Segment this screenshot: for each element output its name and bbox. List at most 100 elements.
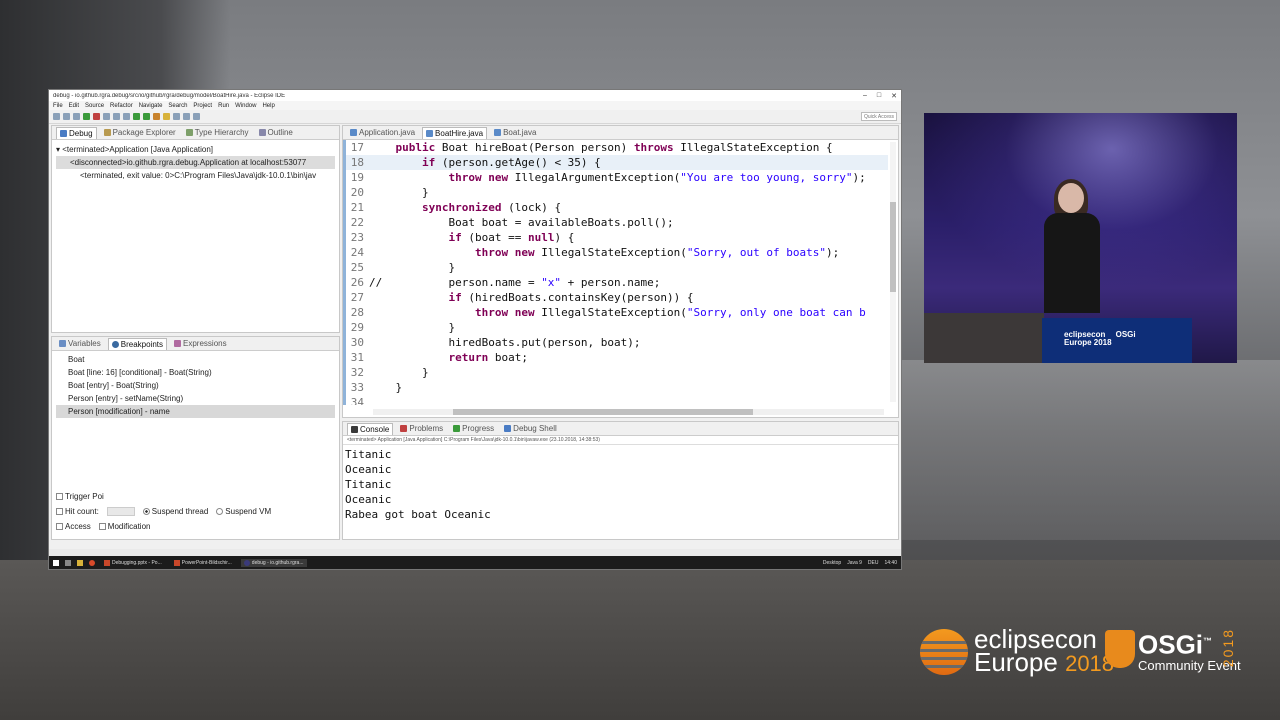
external-tools-icon[interactable] — [153, 113, 160, 120]
taskbar-item-eclipse[interactable]: debug - io.github.rgra... — [240, 558, 307, 567]
taskbar-item-slideshow[interactable]: PowerPoint-Bildschir... — [171, 559, 235, 567]
line-number: 19 — [343, 170, 367, 185]
print-icon[interactable] — [73, 113, 80, 120]
task-view-icon[interactable] — [65, 559, 71, 566]
code-line[interactable]: 30 hiredBoats.put(person, boat); — [343, 335, 888, 350]
tray-clock[interactable]: 14:40 — [884, 560, 897, 566]
modification-checkbox[interactable] — [98, 523, 106, 531]
step-return-icon[interactable] — [123, 113, 130, 120]
maximize-button[interactable]: □ — [877, 92, 881, 100]
tab-debug-shell[interactable]: Debug Shell — [501, 423, 560, 434]
editor-horizontal-scrollbar[interactable] — [373, 409, 884, 415]
code-line[interactable]: 29 } — [343, 320, 888, 335]
menu-source[interactable]: Source — [85, 103, 104, 109]
tab-boathire-java[interactable]: BoatHire.java — [422, 126, 488, 139]
menu-help[interactable]: Help — [262, 103, 274, 109]
menu-window[interactable]: Window — [235, 103, 256, 109]
scroll-thumb[interactable] — [453, 409, 753, 415]
source-code[interactable]: 17 public Boat hireBoat(Person person) t… — [343, 140, 888, 405]
browser-icon[interactable] — [89, 559, 95, 566]
code-line[interactable]: 22 Boat boat = availableBoats.poll(); — [343, 215, 888, 230]
tab-problems[interactable]: Problems — [397, 423, 446, 434]
code-line[interactable]: 20 } — [343, 185, 888, 200]
scroll-thumb[interactable] — [890, 202, 896, 292]
trigger-point-checkbox[interactable] — [56, 493, 63, 501]
console-line: Oceanic — [345, 493, 392, 506]
code-line[interactable]: 31 return boat; — [343, 350, 888, 365]
code-line[interactable]: 25 } — [343, 260, 888, 275]
code-line[interactable]: 17 public Boat hireBoat(Person person) t… — [343, 140, 888, 155]
line-number: 20 — [343, 185, 367, 200]
code-line[interactable]: 28 throw new IllegalStateException("Sorr… — [343, 305, 888, 320]
menu-project[interactable]: Project — [193, 103, 212, 109]
editor-vertical-scrollbar[interactable] — [890, 142, 896, 402]
tab-package-explorer[interactable]: Package Explorer — [101, 127, 179, 138]
code-line[interactable]: 21 synchronized (lock) { — [343, 200, 888, 215]
tab-outline[interactable]: Outline — [256, 127, 296, 138]
step-over-icon[interactable] — [113, 113, 120, 120]
save-icon[interactable] — [63, 113, 70, 120]
tree-item-process[interactable]: <terminated, exit value: 0>C:\Program Fi… — [56, 169, 335, 182]
tab-application-java[interactable]: Application.java — [347, 127, 418, 138]
access-checkbox[interactable] — [56, 523, 63, 531]
breakpoint-item[interactable]: Person [entry] - setName(String) — [56, 392, 335, 405]
menu-file[interactable]: File — [53, 103, 63, 109]
code-line[interactable]: 23 if (boat == null) { — [343, 230, 888, 245]
code-line[interactable]: 32 } — [343, 365, 888, 380]
breakpoint-item[interactable]: Person [modification] - name — [56, 405, 335, 418]
explorer-icon[interactable] — [77, 559, 83, 566]
tab-debug[interactable]: Debug — [56, 126, 97, 139]
debug-run-icon[interactable] — [133, 113, 140, 120]
code-line[interactable]: 26// person.name = "x" + person.name; — [343, 275, 888, 290]
code-line[interactable]: 27 if (hiredBoats.containsKey(person)) { — [343, 290, 888, 305]
breakpoint-item[interactable]: Boat — [56, 353, 335, 366]
run-icon[interactable] — [143, 113, 150, 120]
tree-item-launch[interactable]: ▾ <terminated>Application [Java Applicat… — [56, 143, 335, 156]
code-line[interactable]: 24 throw new IllegalStateException("Sorr… — [343, 245, 888, 260]
search-icon[interactable] — [173, 113, 180, 120]
tab-console[interactable]: Console — [347, 422, 394, 435]
menu-search[interactable]: Search — [168, 103, 187, 109]
tab-expressions[interactable]: Expressions — [171, 338, 230, 349]
menu-navigate[interactable]: Navigate — [139, 103, 163, 109]
tab-progress[interactable]: Progress — [450, 423, 497, 434]
code-line[interactable]: 18 if (person.getAge() < 35) { — [343, 155, 888, 170]
suspend-vm-radio[interactable] — [216, 508, 224, 516]
code-line[interactable]: 34 — [343, 395, 888, 405]
code-line[interactable]: 19 throw new IllegalArgumentException("Y… — [343, 170, 888, 185]
terminate-icon[interactable] — [93, 113, 100, 120]
console-output[interactable]: Titanic Oceanic Titanic Oceanic Rabea go… — [343, 445, 898, 524]
taskbar-item-powerpoint[interactable]: Debugging.pptx - Po... — [101, 559, 165, 567]
quick-access-input[interactable]: Quick Access — [861, 112, 897, 121]
podium-logo: eclipsecon OSGi Europe 2018 — [1064, 331, 1136, 347]
menu-edit[interactable]: Edit — [69, 103, 79, 109]
suspend-thread-radio[interactable] — [142, 508, 150, 516]
hit-count-input[interactable] — [106, 507, 135, 516]
start-icon[interactable] — [53, 559, 59, 566]
tab-variables[interactable]: Variables — [56, 338, 104, 349]
close-button[interactable]: ✕ — [891, 92, 897, 100]
hit-count-label: Hit count: — [65, 507, 99, 516]
back-icon[interactable] — [183, 113, 190, 120]
new-icon[interactable] — [53, 113, 60, 120]
console-launch-path: <terminated> Application [Java Applicati… — [343, 436, 898, 445]
tray-language[interactable]: DEU — [868, 560, 879, 566]
tray-desktop[interactable]: Desktop — [823, 560, 841, 566]
tab-boat-java[interactable]: Boat.java — [491, 127, 539, 138]
line-source: synchronized (lock) { — [421, 201, 562, 214]
open-type-icon[interactable] — [163, 113, 170, 120]
minimize-button[interactable]: – — [863, 92, 867, 100]
menu-refactor[interactable]: Refactor — [110, 103, 133, 109]
breakpoint-item[interactable]: Boat [line: 16] [conditional] - Boat(Str… — [56, 366, 335, 379]
tray-java[interactable]: Java 9 — [847, 560, 862, 566]
tab-type-hierarchy[interactable]: Type Hierarchy — [183, 127, 252, 138]
tree-item-vm[interactable]: <disconnected>io.github.rgra.debug.Appli… — [56, 156, 335, 169]
breakpoint-item[interactable]: Boat [entry] - Boat(String) — [56, 379, 335, 392]
forward-icon[interactable] — [193, 113, 200, 120]
menu-run[interactable]: Run — [218, 103, 229, 109]
hit-count-checkbox[interactable] — [56, 508, 63, 516]
tab-breakpoints[interactable]: Breakpoints — [107, 337, 168, 350]
resume-icon[interactable] — [83, 113, 90, 120]
step-into-icon[interactable] — [103, 113, 110, 120]
code-line[interactable]: 33 } — [343, 380, 888, 395]
